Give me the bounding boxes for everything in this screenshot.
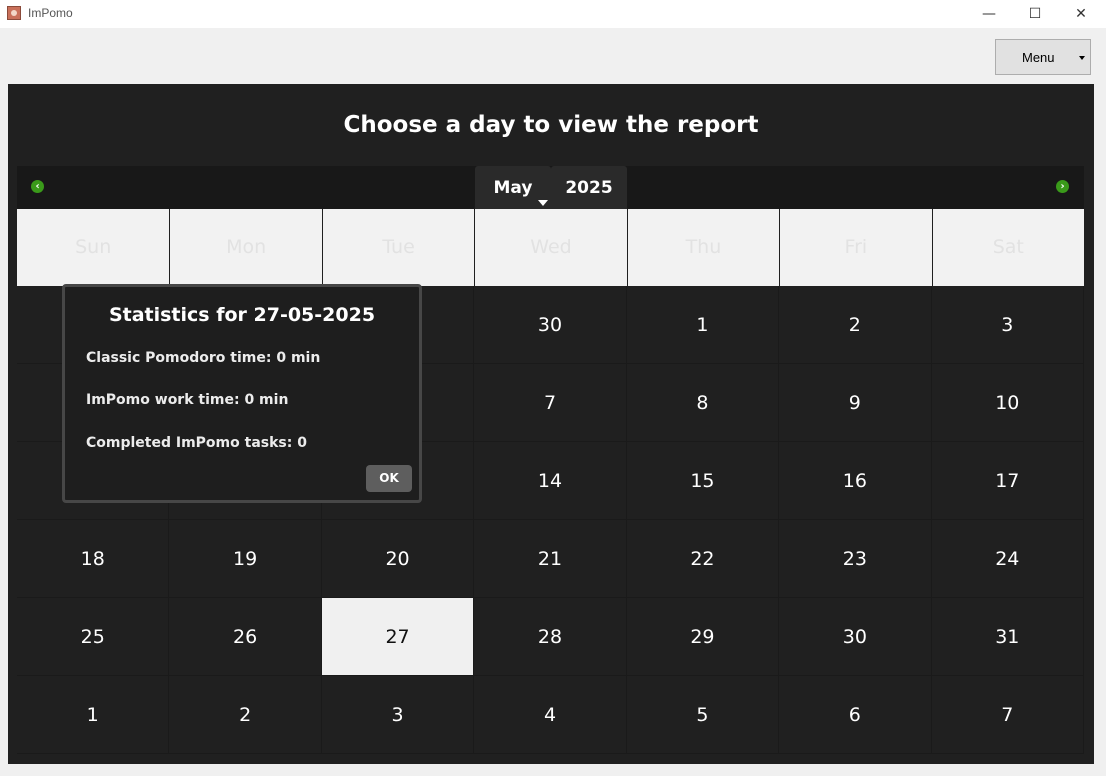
calendar-header: ‹ May 2025 › [17, 166, 1084, 209]
day-cell[interactable]: 1 [626, 286, 780, 364]
day-cell[interactable]: 15 [626, 442, 780, 520]
day-cell[interactable]: 4 [474, 676, 627, 754]
weekday-label: Mon [169, 209, 321, 286]
day-cell[interactable]: 31 [931, 598, 1084, 676]
minimize-button[interactable]: — [966, 0, 1012, 28]
day-cell[interactable]: 3 [931, 286, 1084, 364]
day-cell[interactable]: 30 [779, 598, 932, 676]
day-cell[interactable]: 26 [169, 598, 322, 676]
weekday-label: Wed [474, 209, 626, 286]
statistics-popup: Statistics for 27-05-2025 Classic Pomodo… [62, 284, 422, 503]
day-cell[interactable]: 28 [474, 598, 627, 676]
day-cell[interactable]: 18 [17, 520, 170, 598]
day-cell[interactable]: 2 [169, 676, 322, 754]
day-cell[interactable]: 22 [626, 520, 780, 598]
day-cell[interactable]: 21 [474, 520, 627, 598]
menu-button[interactable]: Menu [995, 39, 1091, 75]
day-cell[interactable]: 16 [779, 442, 932, 520]
day-cell[interactable]: 20 [321, 520, 475, 598]
day-cell[interactable]: 2 [779, 286, 932, 364]
day-cell[interactable]: 17 [931, 442, 1084, 520]
dropdown-arrow-icon [538, 200, 548, 206]
day-cell[interactable]: 10 [931, 364, 1084, 442]
day-cell[interactable]: 5 [626, 676, 780, 754]
day-cell[interactable]: 25 [17, 598, 170, 676]
impomo-work-stat: ImPomo work time: 0 min [86, 392, 289, 408]
completed-tasks-stat: Completed ImPomo tasks: 0 [86, 435, 307, 451]
popup-title: Statistics for 27-05-2025 [108, 304, 376, 326]
title-bar: ImPomo — ☐ ✕ [0, 0, 1106, 28]
day-cell[interactable]: 3 [321, 676, 475, 754]
day-cell[interactable]: 7 [931, 676, 1084, 754]
day-cell[interactable]: 14 [474, 442, 627, 520]
weekday-header: Sun Mon Tue Wed Thu Fri Sat [17, 209, 1084, 286]
weekday-label: Thu [626, 209, 779, 286]
caret-down-icon [1079, 56, 1085, 60]
weekday-label: Tue [321, 209, 474, 286]
maximize-button[interactable]: ☐ [1012, 0, 1058, 28]
ok-button[interactable]: OK [366, 465, 412, 492]
page-title: Choose a day to view the report [343, 112, 759, 138]
window-title: ImPomo [28, 6, 73, 20]
year-label: 2025 [565, 178, 613, 198]
month-selector[interactable]: May [475, 166, 551, 209]
day-cell[interactable]: 1 [17, 676, 170, 754]
day-cell-selected[interactable]: 27 [321, 598, 475, 676]
day-cell[interactable]: 7 [474, 364, 627, 442]
weekday-label: Fri [779, 209, 931, 286]
toolbar: Menu [0, 28, 1106, 84]
menu-button-label: Menu [1022, 50, 1055, 65]
day-cell[interactable]: 30 [474, 286, 627, 364]
bottom-strip [0, 764, 1106, 776]
day-cell[interactable]: 6 [779, 676, 932, 754]
classic-pomodoro-stat: Classic Pomodoro time: 0 min [86, 350, 321, 366]
year-selector[interactable]: 2025 [551, 166, 627, 209]
day-cell[interactable]: 19 [169, 520, 322, 598]
arrow-left-icon[interactable]: ‹ [31, 180, 44, 193]
day-cell[interactable]: 29 [626, 598, 780, 676]
day-cell[interactable]: 24 [931, 520, 1084, 598]
day-cell[interactable]: 23 [779, 520, 932, 598]
close-button[interactable]: ✕ [1058, 0, 1104, 28]
weekday-label: Sat [931, 209, 1084, 286]
month-label: May [493, 178, 533, 198]
arrow-right-icon[interactable]: › [1056, 180, 1069, 193]
day-cell[interactable]: 9 [779, 364, 932, 442]
app-icon [7, 6, 21, 20]
weekday-label: Sun [75, 236, 112, 258]
day-cell[interactable]: 8 [626, 364, 780, 442]
